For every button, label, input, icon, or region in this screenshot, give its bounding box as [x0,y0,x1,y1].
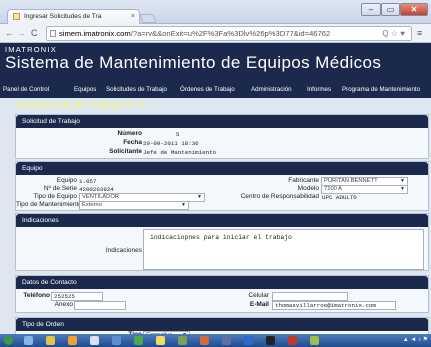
taskbar-app-icon[interactable] [288,336,297,345]
tipo-equipo-label: Tipo de Equipo [33,193,78,200]
nav-equipos[interactable]: Equipos [74,86,96,93]
browser-toolbar: ← → C simem.imatronix.com/?a=rv&&onExit=… [0,24,431,43]
omnibox-icons[interactable]: Q ☆ ♥ [382,27,405,40]
taskbar-app-icon[interactable] [200,336,209,345]
taskbar-app-icon[interactable] [112,336,121,345]
indicaciones-textarea[interactable]: indicaciopnes para iniciar el trabajo [143,229,424,270]
os-taskbar: ▲ ◄ ♪ ⚑ [0,334,431,347]
browser-tab[interactable]: Ingresar Solicitudes de Tra × [7,9,140,24]
main-nav: Panel de Control Equipos Solicitudes de … [0,85,431,98]
browser-menu-icon[interactable]: ≡ [417,28,422,38]
nav-solicitudes-de-trabajo[interactable]: Solicitudes de Trabajo [106,86,167,93]
indicaciones-label: Indicaciones [105,247,142,254]
modelo-selected: 7200 A [324,186,343,192]
tab-title: Ingresar Solicitudes de Tra [24,13,102,20]
taskbar-app-icon[interactable] [134,336,143,345]
taskbar-app-icon[interactable] [90,336,99,345]
taskbar-app-icon[interactable] [24,336,33,345]
fabricante-label: Fabricante [288,177,319,184]
taskbar-app-icon[interactable] [244,336,253,345]
tipo-equipo-selected: VENTILADOR [82,194,120,200]
solicitante-value: Jefe de Mantenimiento [143,149,217,156]
modelo-select[interactable]: 7200 A ▼ [321,185,408,194]
centro-responsabilidad-label: Centro de Responsabilidad [240,193,319,200]
address-bar[interactable]: simem.imatronix.com/?a=rv&&onExit=u%2F%3… [46,26,412,41]
folder-icon[interactable] [46,336,55,345]
site-header: IMATRONIX Sistema de Mantenimiento de Eq… [0,43,431,85]
equipo-value: 1.057 [79,178,97,185]
nav-programa-de-mantenimiento[interactable]: Programa de Mantenimiento [342,86,420,93]
celular-input[interactable] [272,292,348,301]
chevron-down-icon: ▼ [197,194,202,200]
section-header: Equipo [16,162,428,175]
tipo-mantenimiento-selected: Externo [82,202,102,208]
site-title: Sistema de Mantenimiento de Equipos Médi… [5,53,382,72]
url-path: /?a=rv&&onExit=u%2F%3Fa%3Dlv%26p%3D77&id… [130,29,331,38]
modelo-label: Modelo [297,185,319,192]
nav-administracion[interactable]: Administración [251,86,292,93]
nav-panel-de-control[interactable]: Panel de Control [3,86,49,93]
section-equipo: Equipo Equipo 1.057 Nº de Serie 42002039… [15,161,429,211]
section-header: Tipo de Orden [16,318,428,331]
equipo-label: Equipo [56,177,77,184]
tipo-mantenimiento-label: Tipo de Mantenimiento [16,201,82,208]
numero-label: Número [117,130,142,137]
taskbar-app-icon[interactable] [156,336,165,345]
taskbar-app-icon[interactable] [310,336,319,345]
page-title: Solicitud de de Trabajo N° 5 [16,100,146,111]
taskbar-app-icon[interactable] [266,336,275,345]
centro-responsabilidad-value: UPC ADULTO [322,194,357,201]
fecha-value: 20-09-2011 18:36 [143,140,199,147]
anexo-label: Anexo [54,301,73,308]
email-label: E-Mail [249,301,269,308]
section-indicaciones: Indicaciones Indicaciones indicaciopnes … [15,213,429,271]
nav-informes[interactable]: Informes [307,86,331,93]
numero-value: 5 [176,131,180,138]
tipo-mantenimiento-select[interactable]: Externo ▼ [79,201,189,210]
serie-value: 4200203924 [79,186,114,193]
celular-label: Celular [248,292,269,299]
tab-close-icon[interactable]: × [131,10,135,24]
back-arrow-icon[interactable]: ← [5,27,14,39]
nav-ordenes-de-trabajo[interactable]: Órdenes de Trabajo [180,86,235,93]
section-contacto: Datos de Contacto Teléfono 252525 Anexo … [15,275,429,313]
section-header: Solicitud de Trabajo [16,115,428,128]
reload-icon[interactable]: C [31,27,38,39]
page-favicon-icon [13,13,20,20]
chevron-down-icon: ▼ [400,186,405,192]
chevron-down-icon: ▼ [400,178,405,184]
section-solicitud: Solicitud de Trabajo Número 5 Fecha 20-0… [15,114,429,159]
telefono-label: Teléfono [23,292,50,299]
window-close-button[interactable]: ✕ [400,3,428,16]
window-maximize-button[interactable]: ▭ [381,3,400,16]
page-icon [50,30,56,37]
chevron-down-icon: ▼ [181,202,186,208]
window-minimize-button[interactable]: – [361,3,381,16]
section-header: Indicaciones [16,214,428,227]
fecha-label: Fecha [123,139,142,146]
url-host: simem.imatronix.com [59,29,131,38]
start-icon[interactable] [4,336,13,345]
section-header: Datos de Contacto [16,276,428,289]
taskbar-app-icon[interactable] [222,336,231,345]
system-tray[interactable]: ▲ ◄ ♪ ⚑ [403,336,428,343]
email-input[interactable]: thomasvillarroe@imatronix.com [272,301,396,310]
serie-label: Nº de Serie [43,185,77,192]
telefono-input[interactable]: 252525 [51,292,103,301]
fabricante-selected: PURITAN BENNETT [324,178,378,184]
forward-arrow-icon[interactable]: → [17,27,26,39]
taskbar-app-icon[interactable] [178,336,187,345]
browser-titlebar: Ingresar Solicitudes de Tra × – ▭ ✕ [0,0,431,24]
solicitante-label: Solicitante [109,148,142,155]
anexo-input[interactable] [74,301,126,310]
browser-window: Ingresar Solicitudes de Tra × – ▭ ✕ ← → … [0,0,431,347]
new-tab-button[interactable] [139,14,157,23]
taskbar-app-icon[interactable] [68,336,77,345]
main-content: Solicitud de de Trabajo N° 5 Solicitud d… [0,98,431,340]
